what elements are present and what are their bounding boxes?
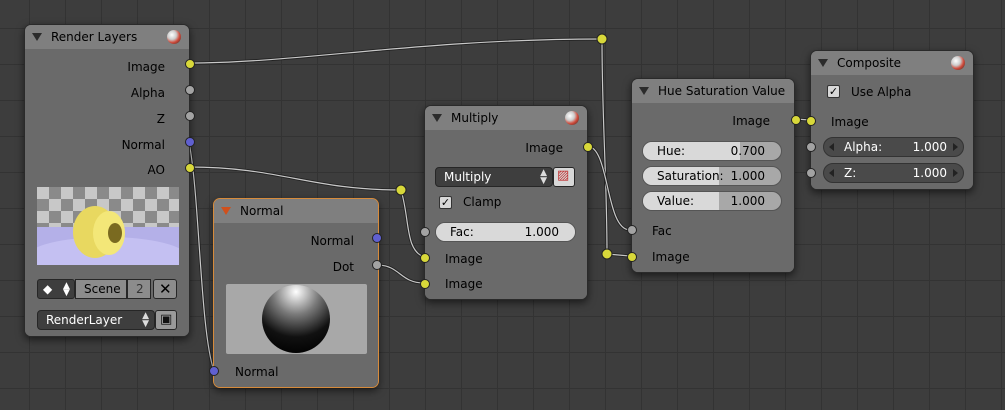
composite-node[interactable]: Composite ✓ Use Alpha Image Alpha: 1.000… [806, 50, 974, 190]
socket-alpha-in[interactable] [806, 142, 816, 152]
socket-image2-in[interactable] [420, 279, 430, 289]
camera-icon: ▣ [160, 312, 173, 327]
reroute-bottom [601, 248, 613, 260]
preview-toggle-icon[interactable] [167, 30, 181, 44]
collapse-arrow-icon[interactable] [432, 114, 442, 122]
output-label-image: Image [127, 60, 165, 74]
use-alpha-label: Use Alpha [851, 85, 912, 99]
collapse-arrow-icon[interactable] [639, 87, 649, 95]
socket-image-out[interactable] [185, 59, 195, 69]
close-icon: ✕ [159, 280, 172, 298]
decrement-arrow-icon[interactable] [829, 169, 834, 177]
socket-fac-in[interactable] [420, 227, 430, 237]
link-multiply-to-hsv [585, 144, 632, 232]
collapse-arrow-icon[interactable] [32, 33, 42, 41]
input-label-image: Image [831, 115, 869, 129]
socket-image-out[interactable] [583, 142, 593, 152]
socket-fac-in[interactable] [627, 225, 637, 235]
socket-image-in[interactable] [627, 252, 637, 262]
node-title: Normal [240, 204, 284, 218]
checker-alpha-icon: ▨ [557, 168, 570, 183]
alpha-field[interactable]: Alpha: 1.000 [823, 137, 964, 157]
scene-name-field[interactable]: Scene [75, 279, 127, 299]
input-label-fac: Fac [652, 224, 672, 238]
chevron-updown-icon: ▲ ▼ [142, 311, 149, 329]
unlink-scene-button[interactable]: ✕ [153, 279, 177, 299]
increment-arrow-icon[interactable] [953, 169, 958, 177]
node-header[interactable]: Multiply [425, 106, 587, 131]
use-alpha-checkbox[interactable]: ✓ [827, 85, 840, 98]
fac-slider[interactable]: Fac: 1.000 [435, 222, 576, 242]
output-label-normal: Normal [121, 138, 165, 152]
output-label-normal: Normal [310, 234, 354, 248]
input-label-image-1: Image [445, 252, 483, 266]
scene-users-count[interactable]: 2 [127, 279, 151, 299]
collapse-arrow-icon[interactable] [221, 207, 231, 215]
saturation-slider[interactable]: Saturation: 1.000 [642, 166, 782, 186]
collapse-arrow-icon[interactable] [818, 59, 828, 67]
multiply-node[interactable]: Multiply Image Multiply ▲ ▼ ▨ ✓ Clamp Fac… [420, 105, 593, 300]
socket-z-in[interactable] [806, 168, 816, 178]
render-layer-select[interactable]: RenderLayer ▲ ▼ [37, 310, 155, 330]
clamp-label: Clamp [463, 195, 502, 209]
output-label-z: Z [156, 112, 165, 126]
render-layers-node[interactable]: Render Layers Image Alpha Z Normal AO ◆ … [24, 24, 195, 337]
node-title: Render Layers [51, 30, 138, 44]
socket-alpha-out[interactable] [185, 85, 195, 95]
decrement-arrow-icon[interactable] [829, 143, 834, 151]
chevron-updown-icon: ▲ ▼ [540, 168, 547, 186]
hue-saturation-value-node[interactable]: Hue Saturation Value Image Hue: 0.700 Sa… [627, 78, 801, 273]
socket-normal-in[interactable] [209, 366, 219, 376]
reroute-top [596, 33, 608, 45]
socket-ao-out[interactable] [185, 163, 195, 173]
scene-icon: ◆ [43, 282, 53, 296]
normal-node[interactable]: Normal Normal Dot Normal [209, 198, 382, 388]
z-field[interactable]: Z: 1.000 [823, 163, 964, 183]
node-title: Composite [837, 56, 902, 70]
output-label-dot: Dot [332, 260, 354, 274]
node-header[interactable]: Render Layers [25, 25, 189, 50]
input-label-image-2: Image [445, 277, 483, 291]
socket-dot-out[interactable] [372, 260, 382, 270]
output-label-alpha: Alpha [130, 86, 165, 100]
node-title: Hue Saturation Value [658, 84, 786, 98]
increment-arrow-icon[interactable] [953, 143, 958, 151]
node-header[interactable]: Normal [214, 199, 378, 224]
socket-image1-in[interactable] [420, 253, 430, 263]
use-alpha-toggle[interactable]: ▨ [553, 167, 575, 187]
preview-toggle-icon[interactable] [565, 111, 579, 125]
input-label-image: Image [652, 250, 690, 264]
socket-normal-out[interactable] [372, 233, 382, 243]
scene-browse-button[interactable]: ◆ ▲ ▼ [37, 279, 75, 299]
render-preview-image [37, 187, 179, 265]
blend-mode-select[interactable]: Multiply ▲ ▼ [435, 167, 553, 187]
socket-normal-out[interactable] [185, 137, 195, 147]
render-button[interactable]: ▣ [155, 310, 177, 330]
hue-slider[interactable]: Hue: 0.700 [642, 141, 782, 161]
link-image-to-reroute [187, 37, 604, 65]
clamp-checkbox[interactable]: ✓ [439, 196, 452, 209]
chevron-updown-icon: ▲ ▼ [63, 281, 70, 298]
output-label-image: Image [525, 141, 563, 155]
socket-image-in[interactable] [806, 116, 816, 126]
normal-sphere-widget[interactable] [226, 284, 367, 354]
preview-toggle-icon[interactable] [951, 56, 965, 70]
output-label-image: Image [732, 114, 770, 128]
socket-image-out[interactable] [791, 115, 801, 125]
node-header[interactable]: Composite [811, 51, 973, 76]
node-header[interactable]: Hue Saturation Value [632, 79, 794, 104]
input-label-normal: Normal [235, 365, 279, 379]
value-slider[interactable]: Value: 1.000 [642, 191, 782, 211]
reroute-mid [395, 184, 407, 196]
node-title: Multiply [451, 111, 499, 125]
output-label-ao: AO [147, 163, 165, 177]
socket-z-out[interactable] [185, 111, 195, 121]
link-normal-to-normal-node [187, 140, 216, 373]
